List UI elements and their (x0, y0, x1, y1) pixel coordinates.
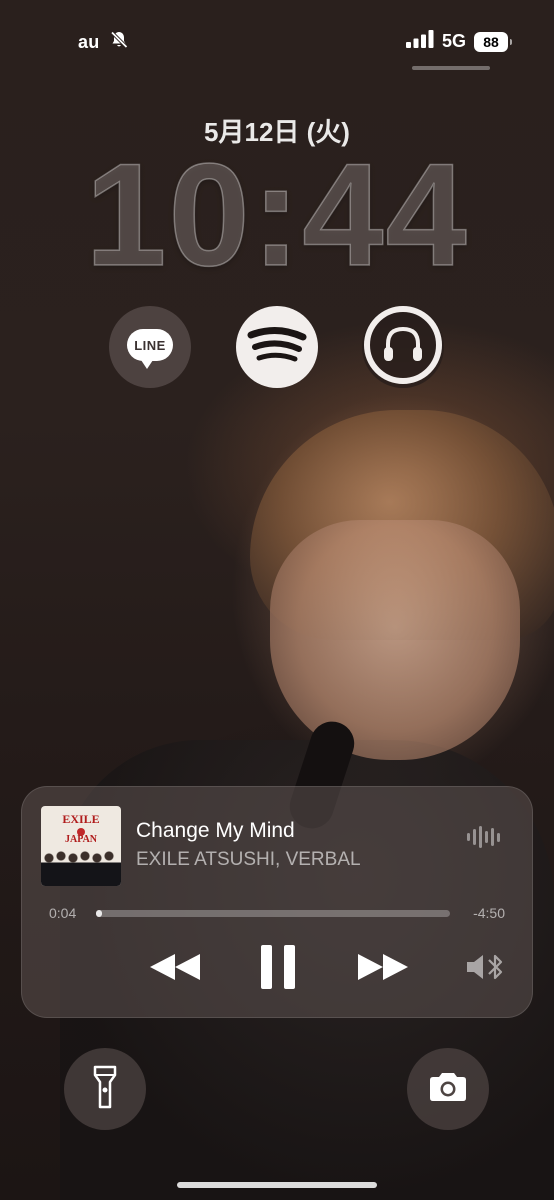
cellular-signal-icon (405, 30, 434, 53)
wallpaper-figure-face (270, 520, 520, 760)
control-center-grabber[interactable] (412, 66, 490, 70)
network-type: 5G (441, 31, 466, 51)
spotify-icon (247, 325, 307, 370)
album-art-text-bottom: JAPAN (64, 834, 98, 845)
pause-button[interactable] (254, 944, 302, 991)
headphones-battery-widget[interactable] (362, 304, 444, 391)
album-art-text-top: EXILE (62, 812, 100, 826)
camera-icon (428, 1072, 468, 1107)
carrier-label: au (78, 32, 100, 52)
line-icon: LINE (127, 329, 173, 369)
status-bar: au 5G 88 (0, 26, 554, 58)
song-artist: EXILE ATSUSHI, VERBAL (136, 849, 361, 870)
elapsed-time: 0:04 (49, 905, 77, 921)
camera-button[interactable] (407, 1048, 489, 1130)
album-art-group-photo (41, 848, 121, 886)
waveform-icon (467, 825, 500, 849)
rewind-icon (147, 951, 203, 988)
headphones-icon (362, 304, 444, 391)
bell-slash-icon (109, 30, 129, 55)
line-label: LINE (134, 337, 166, 353)
album-art[interactable]: EXILE JAPAN (41, 806, 121, 886)
fast-forward-icon (355, 951, 411, 988)
home-indicator[interactable] (177, 1182, 377, 1188)
rewind-button[interactable] (146, 947, 204, 991)
flashlight-button[interactable] (64, 1048, 146, 1130)
battery-indicator: 88 (474, 31, 512, 52)
pause-icon (258, 944, 298, 995)
remaining-time: -4:50 (473, 905, 505, 921)
now-playing-card[interactable]: EXILE JAPAN Change My Mind EXILE ATSUSHI… (21, 786, 533, 1018)
battery-level: 88 (483, 33, 499, 50)
fast-forward-button[interactable] (354, 947, 412, 991)
progress-fill (96, 910, 102, 917)
bluetooth-speaker-icon (465, 952, 507, 987)
status-right-group: 5G 88 (405, 30, 512, 53)
line-widget[interactable]: LINE (109, 306, 191, 388)
song-title: Change My Mind (136, 819, 295, 842)
spotify-widget[interactable] (236, 306, 318, 388)
audio-output-button[interactable] (462, 947, 510, 991)
lock-time: 10:44 (85, 133, 469, 296)
carrier-group: au (78, 30, 129, 55)
flashlight-icon (92, 1065, 118, 1114)
progress-bar[interactable] (96, 910, 450, 917)
